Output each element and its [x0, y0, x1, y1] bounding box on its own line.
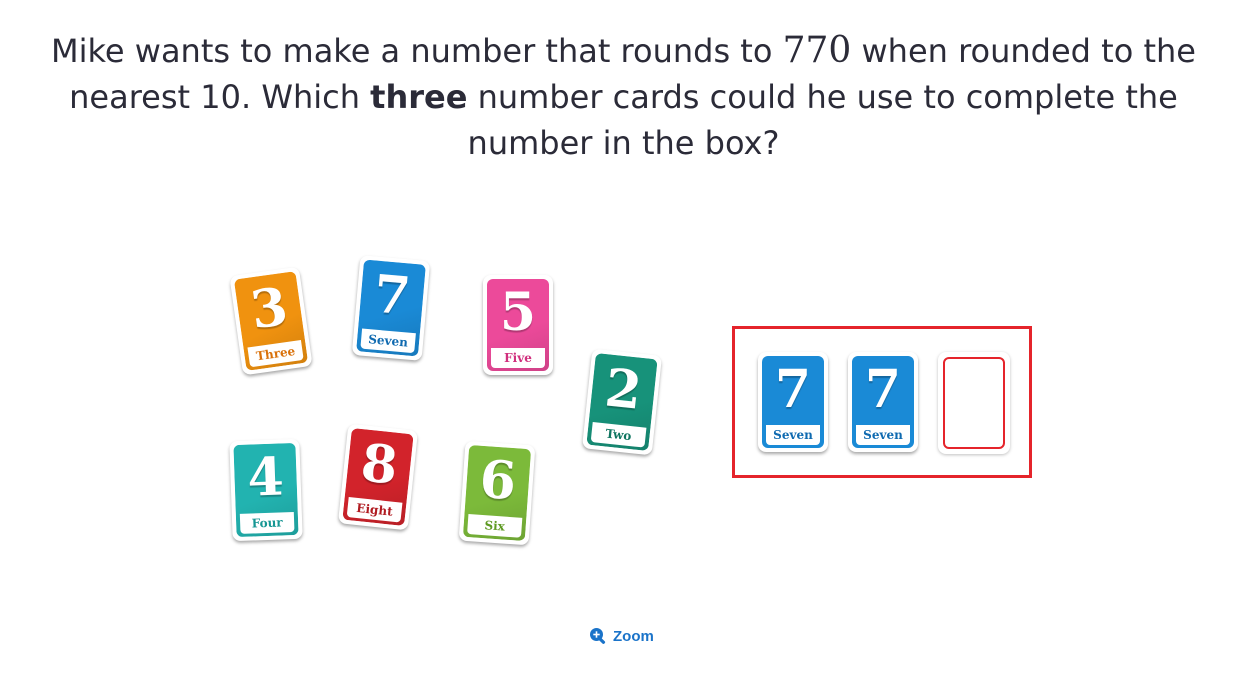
card-digit: 8	[358, 432, 401, 497]
card-digit: 4	[246, 446, 285, 509]
card-five[interactable]: 5 Five	[483, 275, 553, 375]
card-seven[interactable]: 7 Seven	[351, 255, 431, 361]
card-word: Six	[467, 514, 523, 538]
card-face: 4 Four	[233, 442, 299, 538]
card-two[interactable]: 2 Two	[581, 348, 663, 456]
card-face: 2 Two	[586, 353, 658, 451]
card-four[interactable]: 4 Four	[229, 438, 303, 542]
card-word: Four	[239, 512, 295, 534]
card-word: Three	[247, 340, 304, 368]
card-digit: 7	[774, 359, 812, 420]
card-face: 3 Three	[233, 271, 309, 371]
card-digit: 6	[477, 448, 519, 513]
zoom-button[interactable]: Zoom	[589, 626, 654, 646]
card-face: 7 Seven	[852, 356, 914, 448]
target-number: 770	[782, 30, 852, 71]
card-digit: 2	[602, 357, 645, 422]
question-part-3: number cards could he use to complete th…	[467, 78, 1178, 162]
card-face: 7 Seven	[356, 259, 426, 357]
card-digit: 3	[247, 275, 292, 342]
card-digit: 7	[864, 359, 902, 420]
question-emphasis: three	[370, 78, 468, 116]
answer-slot-1-card[interactable]: 7 Seven	[758, 352, 828, 452]
card-word: Seven	[766, 425, 820, 445]
empty-slot-outline	[943, 357, 1005, 449]
card-word: Seven	[360, 328, 416, 354]
card-word: Two	[590, 422, 647, 448]
answer-slot-2-card[interactable]: 7 Seven	[848, 352, 918, 452]
card-word: Eight	[346, 497, 403, 523]
card-eight[interactable]: 8 Eight	[337, 423, 419, 531]
question-part-1: Mike wants to make a number that rounds …	[51, 32, 783, 70]
question-text: Mike wants to make a number that rounds …	[20, 28, 1227, 166]
card-word: Five	[491, 348, 545, 368]
card-digit: 5	[499, 282, 537, 343]
card-face: 8 Eight	[342, 428, 414, 526]
card-digit: 7	[371, 263, 413, 328]
card-face: 7 Seven	[762, 356, 824, 448]
answer-slot-3-empty[interactable]	[938, 352, 1010, 454]
card-six[interactable]: 6 Six	[458, 440, 536, 546]
card-face: 6 Six	[462, 444, 532, 542]
zoom-label: Zoom	[613, 627, 654, 645]
card-face: 5 Five	[487, 279, 549, 371]
zoom-in-icon	[589, 627, 607, 645]
card-three[interactable]: 3 Three	[229, 266, 313, 376]
card-word: Seven	[856, 425, 910, 445]
